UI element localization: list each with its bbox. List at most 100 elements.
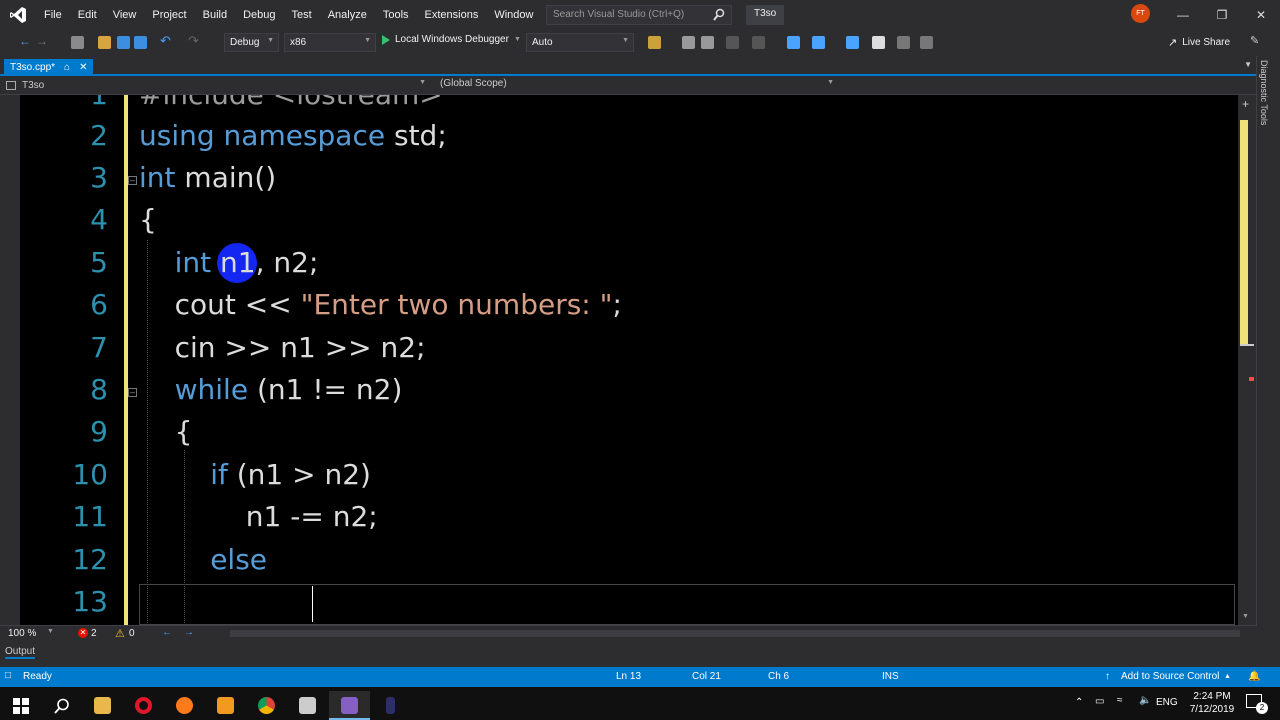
code-text: int n1, n2; bbox=[139, 242, 319, 284]
code-line[interactable]: 8 while (n1 != n2) bbox=[0, 369, 1238, 411]
search-button[interactable] bbox=[41, 691, 82, 720]
taskbar-firefox[interactable] bbox=[164, 691, 205, 720]
warning-icon[interactable]: ⚠ bbox=[115, 627, 125, 640]
previous-issue-icon[interactable]: ← bbox=[162, 627, 172, 638]
chevron-up-icon[interactable]: ▲ bbox=[1224, 673, 1231, 680]
bookmark-icon[interactable] bbox=[872, 36, 885, 49]
close-tab-icon[interactable]: ✕ bbox=[79, 62, 87, 73]
wifi-icon[interactable]: ≈ bbox=[1117, 695, 1123, 706]
tab-overflow-icon[interactable]: ▼ bbox=[1244, 60, 1252, 69]
scope-dropdown[interactable]: (Global Scope) ▼ bbox=[436, 78, 838, 93]
tab-t3so-cpp[interactable]: T3so.cpp* ⌂ ✕ bbox=[4, 59, 94, 76]
code-line[interactable]: 1 #include <iostream> bbox=[0, 95, 1238, 116]
menu-debug[interactable]: Debug bbox=[235, 0, 283, 30]
code-line[interactable]: 5 int n1, n2; bbox=[0, 242, 1238, 284]
code-line[interactable]: 13 bbox=[0, 581, 1238, 623]
toolbar-tool-icon[interactable] bbox=[752, 36, 765, 49]
menu-analyze[interactable]: Analyze bbox=[320, 0, 375, 30]
code-line[interactable]: 7 cin >> n1 >> n2; bbox=[0, 327, 1238, 369]
save-all-icon[interactable] bbox=[134, 36, 147, 49]
code-line[interactable]: 10 if (n1 > n2) bbox=[0, 454, 1238, 496]
undo-icon[interactable]: ↶ bbox=[160, 33, 173, 48]
menu-tools[interactable]: Tools bbox=[375, 0, 417, 30]
browse-icon[interactable] bbox=[648, 36, 661, 49]
taskbar-visual-studio[interactable] bbox=[329, 691, 370, 720]
code-text: cin >> n1 >> n2; bbox=[139, 327, 426, 369]
warning-count[interactable]: 0 bbox=[129, 628, 135, 639]
forward-icon[interactable]: → bbox=[36, 34, 49, 48]
avatar[interactable]: FT bbox=[1131, 4, 1150, 23]
code-line[interactable]: 3 int main() bbox=[0, 157, 1238, 199]
menu-view[interactable]: View bbox=[105, 0, 145, 30]
code-editor[interactable]: 1 #include <iostream> 2 using namespace std… bbox=[0, 95, 1238, 625]
menu-extensions[interactable]: Extensions bbox=[417, 0, 487, 30]
indent-icon[interactable] bbox=[787, 36, 800, 49]
source-control-up-icon[interactable]: ↑ bbox=[1105, 671, 1110, 682]
live-share-button[interactable]: ↗ Live Share bbox=[1168, 36, 1230, 49]
visual-studio-logo-icon[interactable] bbox=[0, 0, 36, 30]
menu-project[interactable]: Project bbox=[144, 0, 194, 30]
code-line[interactable]: 11 n1 -= n2; bbox=[0, 496, 1238, 538]
code-line[interactable]: 9 { bbox=[0, 411, 1238, 453]
menu-file[interactable]: File bbox=[36, 0, 70, 30]
open-file-icon[interactable] bbox=[98, 36, 111, 49]
taskbar-visual-studio-2[interactable] bbox=[370, 691, 411, 720]
clock[interactable]: 2:24 PM 7/12/2019 bbox=[1186, 690, 1238, 716]
search-input[interactable]: Search Visual Studio (Ctrl+Q) bbox=[546, 5, 732, 25]
uncomment-icon[interactable] bbox=[846, 36, 859, 49]
battery-icon[interactable]: ▭ bbox=[1095, 696, 1104, 707]
redo-icon[interactable]: ↷ bbox=[188, 33, 201, 48]
platform-select[interactable]: x86 ▼ bbox=[284, 33, 376, 52]
save-icon[interactable] bbox=[117, 36, 130, 49]
notifications-bell-icon[interactable]: 🔔 bbox=[1248, 671, 1260, 682]
new-project-icon[interactable] bbox=[71, 36, 84, 49]
bookmark-next-icon[interactable] bbox=[920, 36, 933, 49]
code-line[interactable]: 2 using namespace std; bbox=[0, 115, 1238, 157]
error-icon[interactable]: ✕ bbox=[78, 628, 88, 638]
menu-window[interactable]: Window bbox=[486, 0, 541, 30]
taskbar-opera[interactable] bbox=[123, 691, 164, 720]
taskbar-sublime-text[interactable] bbox=[205, 691, 246, 720]
bookmark-prev-icon[interactable] bbox=[897, 36, 910, 49]
menu-build[interactable]: Build bbox=[195, 0, 235, 30]
diagnostic-tools-panel-tab[interactable]: Diagnostic Tools bbox=[1256, 56, 1280, 626]
toolbar-tool-icon[interactable] bbox=[682, 36, 695, 49]
split-icon[interactable]: + bbox=[1242, 97, 1249, 111]
taskbar-file-explorer[interactable] bbox=[82, 691, 123, 720]
run-mode-select[interactable]: Auto ▼ bbox=[526, 33, 634, 52]
chevron-up-icon[interactable]: ⌃ bbox=[1075, 697, 1083, 708]
next-issue-icon[interactable]: → bbox=[184, 627, 194, 638]
language-indicator[interactable]: ENG bbox=[1156, 697, 1178, 708]
taskbar-app[interactable] bbox=[287, 691, 328, 720]
chevron-down-icon[interactable]: ▼ bbox=[47, 628, 54, 635]
code-line[interactable]: 4{ bbox=[0, 199, 1238, 241]
pin-icon[interactable]: ⌂ bbox=[64, 62, 70, 73]
back-icon[interactable]: ← bbox=[19, 34, 32, 48]
project-dropdown[interactable]: T3so ▼ bbox=[6, 78, 430, 93]
error-count[interactable]: 2 bbox=[91, 628, 97, 639]
zoom-level[interactable]: 100 % bbox=[8, 628, 36, 639]
horizontal-scrollbar[interactable] bbox=[230, 630, 1240, 637]
volume-icon[interactable]: 🔈 bbox=[1139, 695, 1151, 706]
scrollbar-thumb[interactable] bbox=[1240, 120, 1248, 346]
restore-icon[interactable]: ❐ bbox=[1214, 7, 1230, 23]
scroll-down-icon[interactable]: ▼ bbox=[1242, 613, 1249, 620]
minimize-icon[interactable]: — bbox=[1175, 7, 1191, 23]
close-icon[interactable]: ✕ bbox=[1253, 7, 1269, 23]
code-line[interactable]: 6 cout << "Enter two numbers: "; bbox=[0, 284, 1238, 326]
tab-output[interactable]: Output bbox=[5, 646, 36, 659]
configuration-select[interactable]: Debug ▼ bbox=[224, 33, 279, 52]
menu-edit[interactable]: Edit bbox=[70, 0, 105, 30]
toolbar-tool-icon[interactable] bbox=[701, 36, 714, 49]
menu-test[interactable]: Test bbox=[284, 0, 320, 30]
add-to-source-control-button[interactable]: Add to Source Control bbox=[1121, 671, 1219, 682]
start-button[interactable] bbox=[0, 691, 41, 720]
start-debugging-button[interactable]: Local Windows Debugger ▼ bbox=[382, 34, 521, 45]
code-line[interactable]: 12 else bbox=[0, 539, 1238, 581]
status-bar: □ Ready Ln 13 Col 21 Ch 6 INS ↑ Add to S… bbox=[0, 667, 1280, 687]
feedback-icon[interactable]: ✎ bbox=[1250, 34, 1263, 47]
taskbar-chrome[interactable] bbox=[246, 691, 287, 720]
line-number: 9 bbox=[90, 415, 108, 448]
comment-icon[interactable] bbox=[812, 36, 825, 49]
toolbar-tool-icon[interactable] bbox=[726, 36, 739, 49]
